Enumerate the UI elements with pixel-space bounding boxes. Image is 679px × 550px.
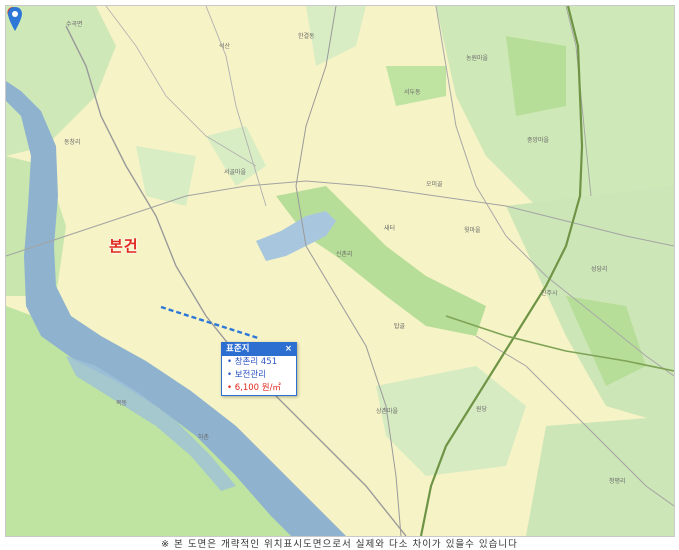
map-label-10: 신촌리 bbox=[336, 251, 353, 258]
map-canvas bbox=[6, 6, 674, 536]
map-label-9: 새터 bbox=[384, 225, 396, 232]
standard-land-pin-icon[interactable] bbox=[6, 6, 24, 32]
map-label-15: 상촌마을 bbox=[376, 408, 399, 415]
map-label-0: 수곡면 bbox=[66, 21, 83, 28]
map-label-12: 탑골 bbox=[394, 323, 406, 330]
standard-land-popup: 표준지 × • 창촌리 451 • 보전관리 • 6,100 원/㎡ bbox=[221, 342, 297, 396]
popup-price: • 6,100 원/㎡ bbox=[227, 383, 281, 393]
map-label-6: 서골마을 bbox=[224, 169, 247, 176]
map-label-16: 진주시 bbox=[541, 290, 558, 297]
popup-close-icon[interactable]: × bbox=[285, 343, 292, 356]
map-label-14: 하촌 bbox=[198, 434, 210, 441]
map-label-17: 성당리 bbox=[591, 266, 608, 273]
popup-title: 표준지 bbox=[226, 344, 250, 354]
map-label-4: 서두동 bbox=[404, 89, 421, 96]
map-label-8: 중앙마을 bbox=[527, 137, 550, 144]
map-label-13: 목동 bbox=[116, 400, 128, 407]
map-label-2: 석산 bbox=[219, 43, 231, 50]
map-label-7: 오미골 bbox=[426, 181, 443, 188]
map-label-18: 원당 bbox=[476, 406, 488, 413]
map-label-3: 농원마을 bbox=[466, 55, 489, 62]
map-label-19: 청평리 bbox=[609, 478, 626, 485]
popup-address: • 창촌리 451 bbox=[227, 357, 278, 367]
map-label-1: 한결동 bbox=[298, 33, 315, 40]
subject-property-label: 본건 bbox=[109, 237, 139, 255]
popup-zoning: • 보전관리 bbox=[227, 370, 266, 380]
map-label-5: 동창리 bbox=[64, 139, 81, 146]
popup-header: 표준지 × bbox=[222, 343, 296, 356]
map-label-11: 윗마을 bbox=[464, 227, 481, 234]
map-frame[interactable]: 수곡면 한결동 석산 농원마을 서두동 동창리 서골마을 오미골 중앙마을 새터… bbox=[5, 5, 675, 537]
